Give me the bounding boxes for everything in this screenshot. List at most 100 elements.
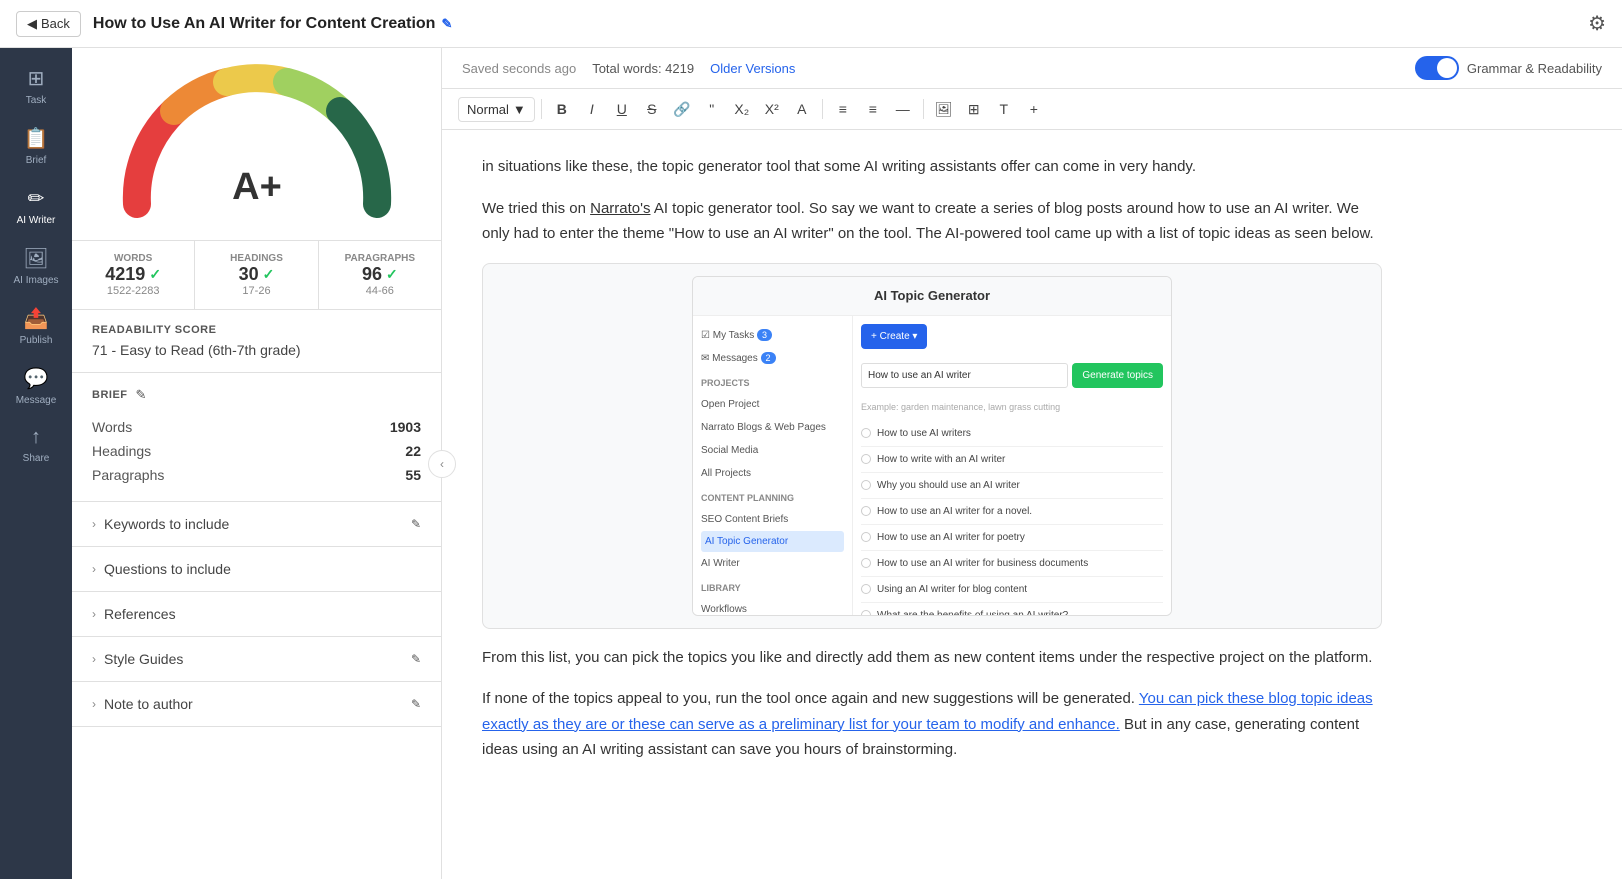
sidebar-item-brief[interactable]: 📋 Brief [0, 116, 72, 176]
style-guides-label: Style Guides [104, 651, 183, 667]
ss-generate-btn: Generate topics [1072, 363, 1163, 388]
strikethrough-button[interactable]: S [638, 95, 666, 123]
chevron-right-icon-5: › [92, 697, 96, 711]
sidebar-item-share[interactable]: ↑ Share [0, 416, 72, 474]
editor-topbar: Saved seconds ago Total words: 4219 Olde… [442, 48, 1622, 89]
chevron-right-icon-3: › [92, 607, 96, 621]
ss-library: LIBRARY [701, 575, 844, 598]
document-title: How to Use An AI Writer for Content Crea… [93, 15, 436, 33]
back-button[interactable]: ◀ Back [16, 11, 81, 37]
narrato-link[interactable]: Narrato's [590, 200, 650, 217]
stats-row: WORDS 4219 ✓ 1522-2283 HEADINGS 30 ✓ 17-… [72, 241, 441, 310]
subscript-button[interactable]: X₂ [728, 95, 756, 123]
ss-projects-section: PROJECTS [701, 370, 844, 393]
task-icon: ⊞ [28, 66, 45, 91]
ss-items-list: How to use AI writersHow to write with a… [861, 421, 1163, 615]
chevron-right-icon: › [92, 517, 96, 531]
ss-list-item: How to use an AI writer for a novel. [861, 499, 1163, 525]
stat-words: WORDS 4219 ✓ 1522-2283 [72, 241, 195, 309]
chevron-right-icon-2: › [92, 562, 96, 576]
ss-list-item: How to write with an AI writer [861, 447, 1163, 473]
clear-format-button[interactable]: T [990, 95, 1018, 123]
brief-header: BRIEF ✎ [92, 387, 421, 403]
sidebar-item-message[interactable]: 💬 Message [0, 356, 72, 416]
editor-content[interactable]: in situations like these, the topic gene… [442, 130, 1622, 879]
font-color-button[interactable]: A [788, 95, 816, 123]
toggle-knob [1437, 58, 1457, 78]
readability-score: 71 - Easy to Read (6th-7th grade) [92, 342, 421, 358]
accordion-style-guides-header[interactable]: › Style Guides ✎ [72, 637, 441, 681]
screenshot-sidebar: ☑ My Tasks 3 ✉ Messages 2 PROJECTS Open … [693, 316, 853, 615]
sidebar-item-publish[interactable]: 📤 Publish [0, 296, 72, 356]
ss-workflows: Workflows [701, 598, 844, 614]
message-label: Message [16, 395, 57, 406]
brief-icon: 📋 [24, 126, 49, 151]
screenshot-inner: AI Topic Generator ☑ My Tasks 3 ✉ Messag… [692, 276, 1172, 616]
image-button[interactable]: 🖼 [930, 95, 958, 123]
superscript-button[interactable]: X² [758, 95, 786, 123]
ss-list-item: Why you should use an AI writer [861, 473, 1163, 499]
words-range: 1522-2283 [80, 285, 186, 297]
accordion-note: › Note to author ✎ [72, 682, 441, 727]
page-title: How to Use An AI Writer for Content Crea… [93, 15, 452, 33]
ss-list-item: How to use AI writers [861, 421, 1163, 447]
paragraph-from-list: From this list, you can pick the topics … [482, 645, 1382, 671]
brief-paragraphs-label: Paragraphs [92, 467, 164, 483]
underline-button[interactable]: U [608, 95, 636, 123]
paragraphs-value: 96 ✓ [327, 264, 433, 285]
ss-my-tasks: ☑ My Tasks 3 [701, 324, 844, 347]
task-label: Task [26, 95, 47, 106]
unordered-list-button[interactable]: ≡ [859, 95, 887, 123]
left-panel-wrapper: A+ WORDS 4219 ✓ 1522-2283 HEADINGS 30 [72, 48, 442, 879]
brief-edit-icon[interactable]: ✎ [136, 387, 147, 403]
indent-button[interactable]: — [889, 95, 917, 123]
bold-button[interactable]: B [548, 95, 576, 123]
ss-narrato-blogs: Narrato Blogs & Web Pages [701, 416, 844, 439]
accordion-keywords: › Keywords to include ✎ [72, 502, 441, 547]
insert-button[interactable]: + [1020, 95, 1048, 123]
title-edit-icon[interactable]: ✎ [441, 16, 452, 32]
accordion-questions-header[interactable]: › Questions to include [72, 547, 441, 591]
toolbar-divider-3 [923, 99, 924, 119]
collapse-panel-button[interactable]: ‹ [428, 450, 456, 478]
ai-writer-icon: ✏ [28, 186, 45, 211]
italic-button[interactable]: I [578, 95, 606, 123]
ss-example-text: Example: garden maintenance, lawn grass … [861, 400, 1163, 415]
keywords-edit-icon[interactable]: ✎ [411, 517, 421, 531]
ss-ai-topic-generator: AI Topic Generator [701, 531, 844, 552]
format-select[interactable]: Normal ▼ [458, 97, 535, 122]
style-guides-edit-icon[interactable]: ✎ [411, 652, 421, 666]
screenshot-body: ☑ My Tasks 3 ✉ Messages 2 PROJECTS Open … [693, 316, 1171, 615]
older-versions-link[interactable]: Older Versions [710, 61, 795, 76]
link-button[interactable]: 🔗 [668, 95, 696, 123]
note-edit-icon[interactable]: ✎ [411, 697, 421, 711]
ss-list-item: Using an AI writer for blog content [861, 577, 1163, 603]
sidebar-item-task[interactable]: ⊞ Task [0, 56, 72, 116]
ordered-list-button[interactable]: ≡ [829, 95, 857, 123]
publish-icon: 📤 [24, 306, 49, 331]
brief-title: BRIEF [92, 389, 128, 401]
references-label: References [104, 606, 176, 622]
editor-body: in situations like these, the topic gene… [482, 154, 1382, 763]
ss-list-item: What are the benefits of using an AI wri… [861, 603, 1163, 615]
grammar-toggle[interactable] [1415, 56, 1459, 80]
quote-button[interactable]: " [698, 95, 726, 123]
paragraphs-label: PARAGRAPHS [327, 253, 433, 264]
brief-row-words: Words 1903 [92, 415, 421, 439]
settings-icon[interactable]: ⚙ [1588, 11, 1606, 36]
accordion-keywords-header[interactable]: › Keywords to include ✎ [72, 502, 441, 546]
sidebar-item-ai-images[interactable]: 🖼 AI Images [0, 236, 72, 296]
top-bar-left: ◀ Back How to Use An AI Writer for Conte… [16, 11, 452, 37]
saved-text: Saved seconds ago [462, 61, 576, 76]
ss-topic-input[interactable] [861, 363, 1068, 388]
editor-panel: Saved seconds ago Total words: 4219 Olde… [442, 48, 1622, 879]
accordion-note-header[interactable]: › Note to author ✎ [72, 682, 441, 726]
headings-value: 30 ✓ [203, 264, 309, 285]
sidebar-item-ai-writer[interactable]: ✏ AI Writer [0, 176, 72, 236]
brief-label: Brief [26, 155, 47, 166]
table-button[interactable]: ⊞ [960, 95, 988, 123]
accordion-references-header[interactable]: › References [72, 592, 441, 636]
stat-headings: HEADINGS 30 ✓ 17-26 [195, 241, 318, 309]
gauge-chart: A+ [117, 64, 397, 224]
share-label: Share [23, 453, 50, 464]
